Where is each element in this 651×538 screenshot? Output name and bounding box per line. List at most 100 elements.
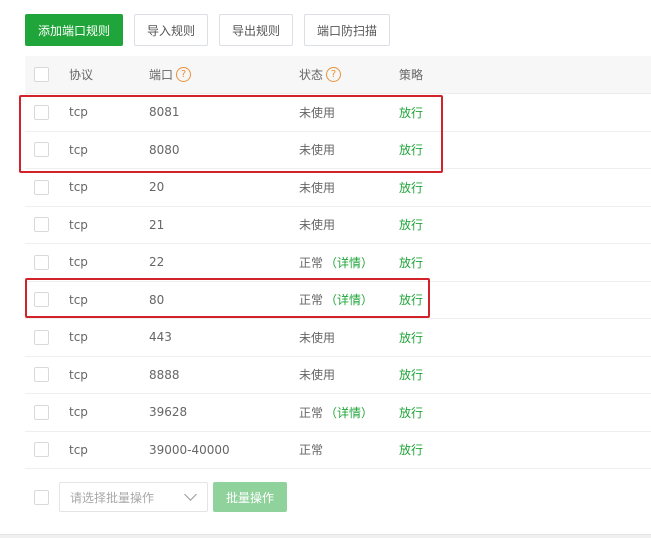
row-policy-link[interactable]: 放行 (399, 282, 423, 319)
header-status: 状态 ? (299, 56, 342, 93)
row-checkbox[interactable] (34, 254, 49, 270)
row-protocol: tcp (69, 105, 88, 120)
row-port: 443 (149, 330, 172, 345)
row-status: 未使用 (299, 94, 335, 131)
row-policy-link[interactable]: 放行 (399, 432, 423, 469)
row-port: 39000-40000 (149, 442, 230, 457)
row-port: 20 (149, 180, 165, 195)
row-policy-link[interactable]: 放行 (399, 132, 423, 169)
row-status-text: 未使用 (299, 368, 336, 383)
row-status: 未使用 (299, 169, 335, 206)
row-status-text: 未使用 (299, 180, 336, 195)
row-status-text: 未使用 (299, 143, 336, 158)
row-status: 未使用 (299, 207, 335, 244)
row-status: 正常 （详情） (299, 282, 373, 319)
toolbar: 添加端口规则 导入规则 导出规则 端口防扫描 (25, 14, 401, 46)
row-protocol: tcp (69, 330, 88, 345)
row-port: 22 (149, 255, 165, 270)
question-circle-icon[interactable]: ? (326, 67, 342, 82)
batch-operation-select[interactable]: 请选择批量操作 (59, 482, 208, 512)
row-policy-link[interactable]: 放行 (399, 169, 423, 206)
header-policy: 策略 (399, 68, 424, 82)
table-row: tcp 21 未使用 放行 (25, 207, 651, 244)
row-protocol: tcp (69, 255, 88, 270)
add-port-rule-button[interactable]: 添加端口规则 (25, 14, 124, 46)
row-port: 80 (149, 292, 165, 307)
row-port: 21 (149, 217, 165, 232)
table-header: 协议 端口 ? 状态 ? 策略 (25, 56, 651, 94)
row-check-cell (34, 132, 49, 169)
question-circle-icon[interactable]: ? (176, 67, 192, 82)
table-row: tcp 39628 正常 （详情） 放行 (25, 394, 651, 432)
row-check-cell (34, 357, 49, 394)
port-rules-table: 协议 端口 ? 状态 ? 策略 tcp 8081 未使用 放行 tcp 8080 未使用 放行… (25, 56, 651, 469)
row-checkbox[interactable] (34, 329, 49, 345)
import-rules-button[interactable]: 导入规则 (134, 14, 209, 46)
select-all-checkbox[interactable] (34, 67, 49, 82)
firewall-port-rules-panel: 添加端口规则 导入规则 导出规则 端口防扫描 协议 端口 ? 状态 ? 策略 t… (0, 0, 651, 538)
row-policy-link[interactable]: 放行 (399, 207, 423, 244)
row-check-cell (34, 169, 49, 206)
header-status-label: 状态 (299, 68, 324, 82)
chevron-down-icon (184, 488, 197, 501)
row-status-text: 正常 (299, 443, 324, 458)
row-check-cell (34, 94, 49, 131)
row-status-detail-link[interactable]: （详情） (325, 254, 373, 271)
export-rules-button[interactable]: 导出规则 (219, 14, 294, 46)
row-status: 正常 （详情） (299, 244, 373, 281)
row-protocol: tcp (69, 292, 88, 307)
header-port-label: 端口 (149, 68, 174, 82)
row-checkbox[interactable] (34, 367, 49, 383)
row-checkbox[interactable] (34, 292, 49, 308)
table-row: tcp 443 未使用 放行 (25, 319, 651, 357)
row-policy-link[interactable]: 放行 (399, 357, 423, 394)
row-status-text: 未使用 (299, 218, 336, 233)
row-status: 正常 （详情） (299, 394, 373, 431)
row-policy-link[interactable]: 放行 (399, 244, 423, 281)
port-scan-protect-button[interactable]: 端口防扫描 (304, 14, 391, 46)
row-policy-link[interactable]: 放行 (399, 319, 423, 356)
select-all-cell (34, 56, 49, 93)
batch-actions-bar: 请选择批量操作 批量操作 (25, 482, 651, 512)
row-protocol: tcp (69, 217, 88, 232)
row-status-text: 未使用 (299, 105, 336, 120)
row-status-text: 正常 (299, 405, 324, 420)
batch-select-cell (34, 482, 49, 512)
row-policy-link[interactable]: 放行 (399, 394, 423, 431)
table-row: tcp 8888 未使用 放行 (25, 357, 651, 394)
row-status-detail-link[interactable]: （详情） (325, 291, 373, 308)
table-row: tcp 22 正常 （详情） 放行 (25, 244, 651, 282)
row-status-text: 正常 (299, 255, 324, 270)
row-status: 未使用 (299, 319, 335, 356)
row-status: 未使用 (299, 357, 335, 394)
header-port: 端口 ? (149, 56, 192, 93)
row-port: 8081 (149, 105, 180, 120)
row-status-text: 正常 (299, 293, 324, 308)
row-protocol: tcp (69, 180, 88, 195)
row-status: 未使用 (299, 132, 335, 169)
table-row: tcp 8081 未使用 放行 (25, 94, 651, 132)
table-row: tcp 8080 未使用 放行 (25, 132, 651, 169)
row-status-text: 未使用 (299, 330, 336, 345)
row-status-detail-link[interactable]: （详情） (325, 404, 373, 421)
row-port: 8888 (149, 367, 180, 382)
row-checkbox[interactable] (34, 142, 49, 158)
row-checkbox[interactable] (34, 404, 49, 420)
table-row: tcp 39000-40000 正常 放行 (25, 432, 651, 469)
row-protocol: tcp (69, 367, 88, 382)
row-check-cell (34, 282, 49, 319)
row-checkbox[interactable] (34, 217, 49, 233)
row-check-cell (34, 319, 49, 356)
table-row: tcp 80 正常 （详情） 放行 (25, 282, 651, 319)
batch-select-checkbox[interactable] (34, 489, 49, 505)
row-policy-link[interactable]: 放行 (399, 94, 423, 131)
row-checkbox[interactable] (34, 442, 49, 458)
batch-operation-button[interactable]: 批量操作 (213, 482, 287, 512)
row-check-cell (34, 207, 49, 244)
header-protocol: 协议 (69, 68, 94, 82)
row-status: 正常 (299, 432, 323, 469)
row-check-cell (34, 244, 49, 281)
row-port: 39628 (149, 405, 188, 420)
row-checkbox[interactable] (34, 179, 49, 195)
row-checkbox[interactable] (34, 104, 49, 120)
